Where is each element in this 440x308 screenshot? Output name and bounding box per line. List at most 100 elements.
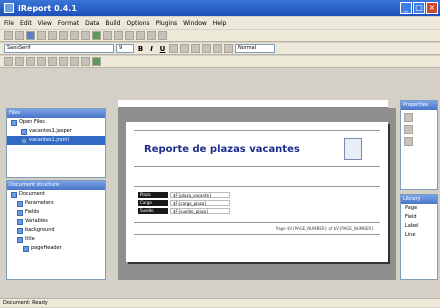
menu-data[interactable]: Data	[85, 20, 99, 27]
image-tool-icon[interactable]	[136, 31, 145, 40]
rect-tool-icon[interactable]	[158, 31, 167, 40]
app-icon	[4, 3, 14, 13]
library-panel-title: Library	[401, 195, 437, 204]
compile-icon[interactable]	[103, 31, 112, 40]
zoom-combo[interactable]: Normal	[235, 44, 275, 53]
align-center-icon[interactable]	[180, 44, 189, 53]
library-panel: Library Page Field Label Line	[400, 194, 438, 280]
tree-fields[interactable]: Fields	[7, 208, 105, 217]
justify-icon[interactable]	[202, 44, 211, 53]
menu-window[interactable]: Window	[183, 20, 207, 27]
align-left-icon[interactable]	[169, 44, 178, 53]
maximize-button[interactable]: □	[413, 2, 425, 14]
underline-button[interactable]: U	[158, 45, 167, 53]
library-item[interactable]: Field	[401, 213, 437, 222]
preview-icon[interactable]	[92, 57, 101, 66]
report-page: Reporte de plazas vacantes Plaza $F{plaz…	[126, 122, 388, 262]
tree-document[interactable]: Document	[7, 190, 105, 199]
line-tool-icon[interactable]	[147, 31, 156, 40]
folder-icon	[17, 218, 23, 225]
menu-edit[interactable]: Edit	[20, 20, 32, 27]
design-canvas: Reporte de plazas vacantes Plaza $F{plaz…	[118, 108, 396, 280]
border-icon[interactable]	[213, 44, 222, 53]
file-item[interactable]: vacantes1.jasper	[7, 127, 105, 136]
color-icon[interactable]	[224, 44, 233, 53]
field-value[interactable]: $F{plaza_vacante}	[170, 192, 230, 198]
open-files-node[interactable]: Open Files	[7, 118, 105, 127]
files-panel-title: Files	[7, 109, 105, 118]
field-row-cargo: Cargo $F{cargo_plaza}	[138, 200, 230, 206]
band-line	[134, 166, 380, 167]
cut-icon[interactable]	[37, 31, 46, 40]
folder-icon	[17, 200, 23, 207]
tree-title[interactable]: title	[7, 235, 105, 244]
align-tool-6-icon[interactable]	[59, 57, 68, 66]
menu-options[interactable]: Options	[126, 20, 149, 27]
band-line	[134, 186, 380, 187]
prop-tool-icon[interactable]	[404, 137, 413, 146]
font-combo[interactable]: SansSerif	[4, 44, 114, 53]
tree-background[interactable]: background	[7, 226, 105, 235]
band-icon	[23, 245, 29, 252]
band-icon	[17, 227, 23, 234]
file-item-selected[interactable]: vacantes1.jrxml	[7, 136, 105, 145]
menu-plugins[interactable]: Plugins	[156, 20, 178, 27]
menu-file[interactable]: File	[4, 20, 14, 27]
align-tool-7-icon[interactable]	[70, 57, 79, 66]
prop-tool-icon[interactable]	[404, 113, 413, 122]
band-line	[134, 234, 380, 235]
field-label[interactable]: Cargo	[138, 200, 168, 206]
report-title[interactable]: Reporte de plazas vacantes	[144, 144, 300, 155]
toolbar-format: SansSerif 9 B I U Normal	[0, 43, 440, 55]
run-icon[interactable]	[92, 31, 101, 40]
redo-icon[interactable]	[81, 31, 90, 40]
band-icon	[17, 236, 23, 243]
tree-variables[interactable]: Variables	[7, 217, 105, 226]
bold-button[interactable]: B	[136, 45, 145, 53]
align-tool-4-icon[interactable]	[37, 57, 46, 66]
menu-format[interactable]: Format	[58, 20, 79, 27]
field-row-plaza: Plaza $F{plaza_vacante}	[138, 192, 230, 198]
align-right-icon[interactable]	[191, 44, 200, 53]
folder-icon	[11, 119, 17, 126]
field-row-sueldo: Sueldo $F{sueldo_plaza}	[138, 208, 230, 214]
field-label[interactable]: Sueldo	[138, 208, 168, 214]
align-tool-1-icon[interactable]	[4, 57, 13, 66]
paste-icon[interactable]	[59, 31, 68, 40]
library-item[interactable]: Page	[401, 204, 437, 213]
close-button[interactable]: ×	[426, 2, 438, 14]
tree-parameters[interactable]: Parameters	[7, 199, 105, 208]
size-combo[interactable]: 9	[116, 44, 134, 53]
italic-button[interactable]: I	[147, 45, 156, 53]
tree-page-header[interactable]: pageHeader	[7, 244, 105, 253]
structure-panel: Document structure Document Parameters F…	[6, 180, 106, 280]
menu-build[interactable]: Build	[105, 20, 120, 27]
undo-icon[interactable]	[70, 31, 79, 40]
field-value[interactable]: $F{sueldo_plaza}	[170, 208, 230, 214]
menu-help[interactable]: Help	[213, 20, 227, 27]
status-bar: Document: Ready	[0, 298, 440, 307]
text-tool-icon[interactable]	[114, 31, 123, 40]
toolbar-main	[0, 30, 440, 42]
page-footer-text[interactable]: Page $V{PAGE_NUMBER} of $V{PAGE_NUMBER}	[276, 226, 374, 231]
field-tool-icon[interactable]	[125, 31, 134, 40]
library-item[interactable]: Label	[401, 222, 437, 231]
prop-tool-icon[interactable]	[404, 125, 413, 134]
align-tool-3-icon[interactable]	[26, 57, 35, 66]
open-icon[interactable]	[15, 31, 24, 40]
margin-line	[134, 130, 380, 131]
new-icon[interactable]	[4, 31, 13, 40]
structure-panel-title: Document structure	[7, 181, 105, 190]
field-value[interactable]: $F{cargo_plaza}	[170, 200, 230, 206]
minimize-button[interactable]: _	[400, 2, 412, 14]
properties-panel: Properties	[400, 100, 438, 190]
align-tool-8-icon[interactable]	[81, 57, 90, 66]
copy-icon[interactable]	[48, 31, 57, 40]
align-tool-2-icon[interactable]	[15, 57, 24, 66]
align-tool-5-icon[interactable]	[48, 57, 57, 66]
save-icon[interactable]	[26, 31, 35, 40]
library-item[interactable]: Line	[401, 231, 437, 240]
logo-image[interactable]	[344, 138, 362, 160]
field-label[interactable]: Plaza	[138, 192, 168, 198]
menu-view[interactable]: View	[38, 20, 52, 27]
